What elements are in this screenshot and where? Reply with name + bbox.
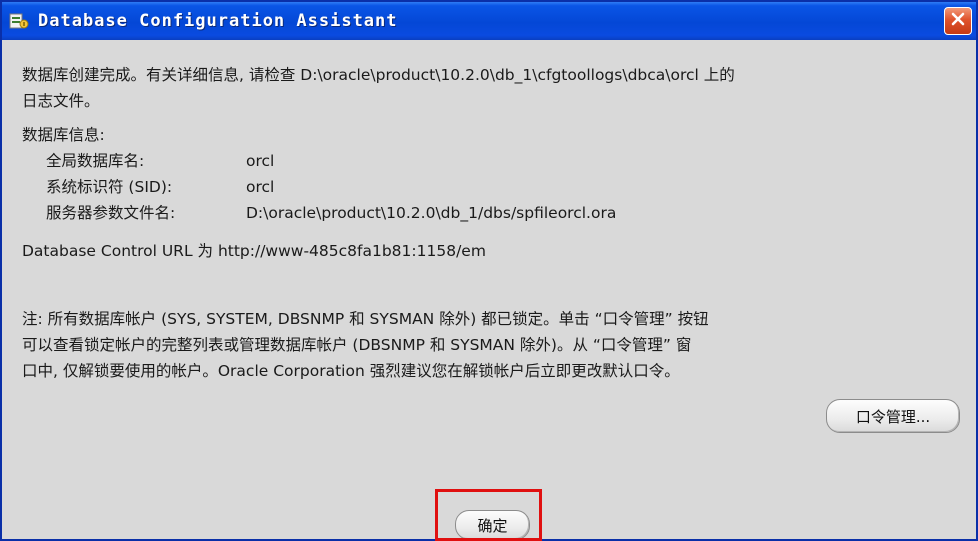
db-info-row-spfile: 服务器参数文件名: D:\oracle\product\10.2.0\db_1/… <box>22 200 960 226</box>
completion-message-line-1: 数据库创建完成。有关详细信息, 请检查 D:\oracle\product\10… <box>22 66 735 84</box>
db-info-value: D:\oracle\product\10.2.0\db_1/dbs/spfile… <box>246 204 617 222</box>
db-info-value: orcl <box>246 152 275 170</box>
dbca-app-icon <box>8 10 30 32</box>
note-line-2: 可以查看锁定帐户的完整列表或管理数据库帐户 (DBSNMP 和 SYSMAN 除… <box>22 336 692 354</box>
db-info-label: 全局数据库名: <box>46 152 145 170</box>
db-info-label: 服务器参数文件名: <box>46 204 176 222</box>
db-info-heading: 数据库信息: <box>22 126 105 144</box>
db-info-label: 系统标识符 (SID): <box>46 178 173 196</box>
database-control-url: Database Control URL 为 http://www-485c8f… <box>22 242 486 260</box>
note-line-1: 注: 所有数据库帐户 (SYS, SYSTEM, DBSNMP 和 SYSMAN… <box>22 310 709 328</box>
password-management-button[interactable]: 口令管理... <box>826 399 960 433</box>
note-line-3: 口中, 仅解锁要使用的帐户。Oracle Corporation 强烈建议您在解… <box>22 362 680 380</box>
close-icon <box>950 11 966 31</box>
completion-message-line-2: 日志文件。 <box>22 92 100 110</box>
account-lock-note: 注: 所有数据库帐户 (SYS, SYSTEM, DBSNMP 和 SYSMAN… <box>22 306 960 384</box>
db-info-row-sid: 系统标识符 (SID): orcl <box>22 174 960 200</box>
title-bar[interactable]: Database Configuration Assistant <box>2 2 976 40</box>
dialog-content: 数据库创建完成。有关详细信息, 请检查 D:\oracle\product\10… <box>22 62 960 384</box>
close-button[interactable] <box>944 7 972 35</box>
db-info-value: orcl <box>246 178 275 196</box>
db-info-row-global-name: 全局数据库名: orcl <box>22 148 960 174</box>
dbca-dialog: Database Configuration Assistant 数据库创建完成… <box>0 0 978 541</box>
window-title: Database Configuration Assistant <box>38 11 398 31</box>
ok-button[interactable]: 确定 <box>455 510 530 539</box>
